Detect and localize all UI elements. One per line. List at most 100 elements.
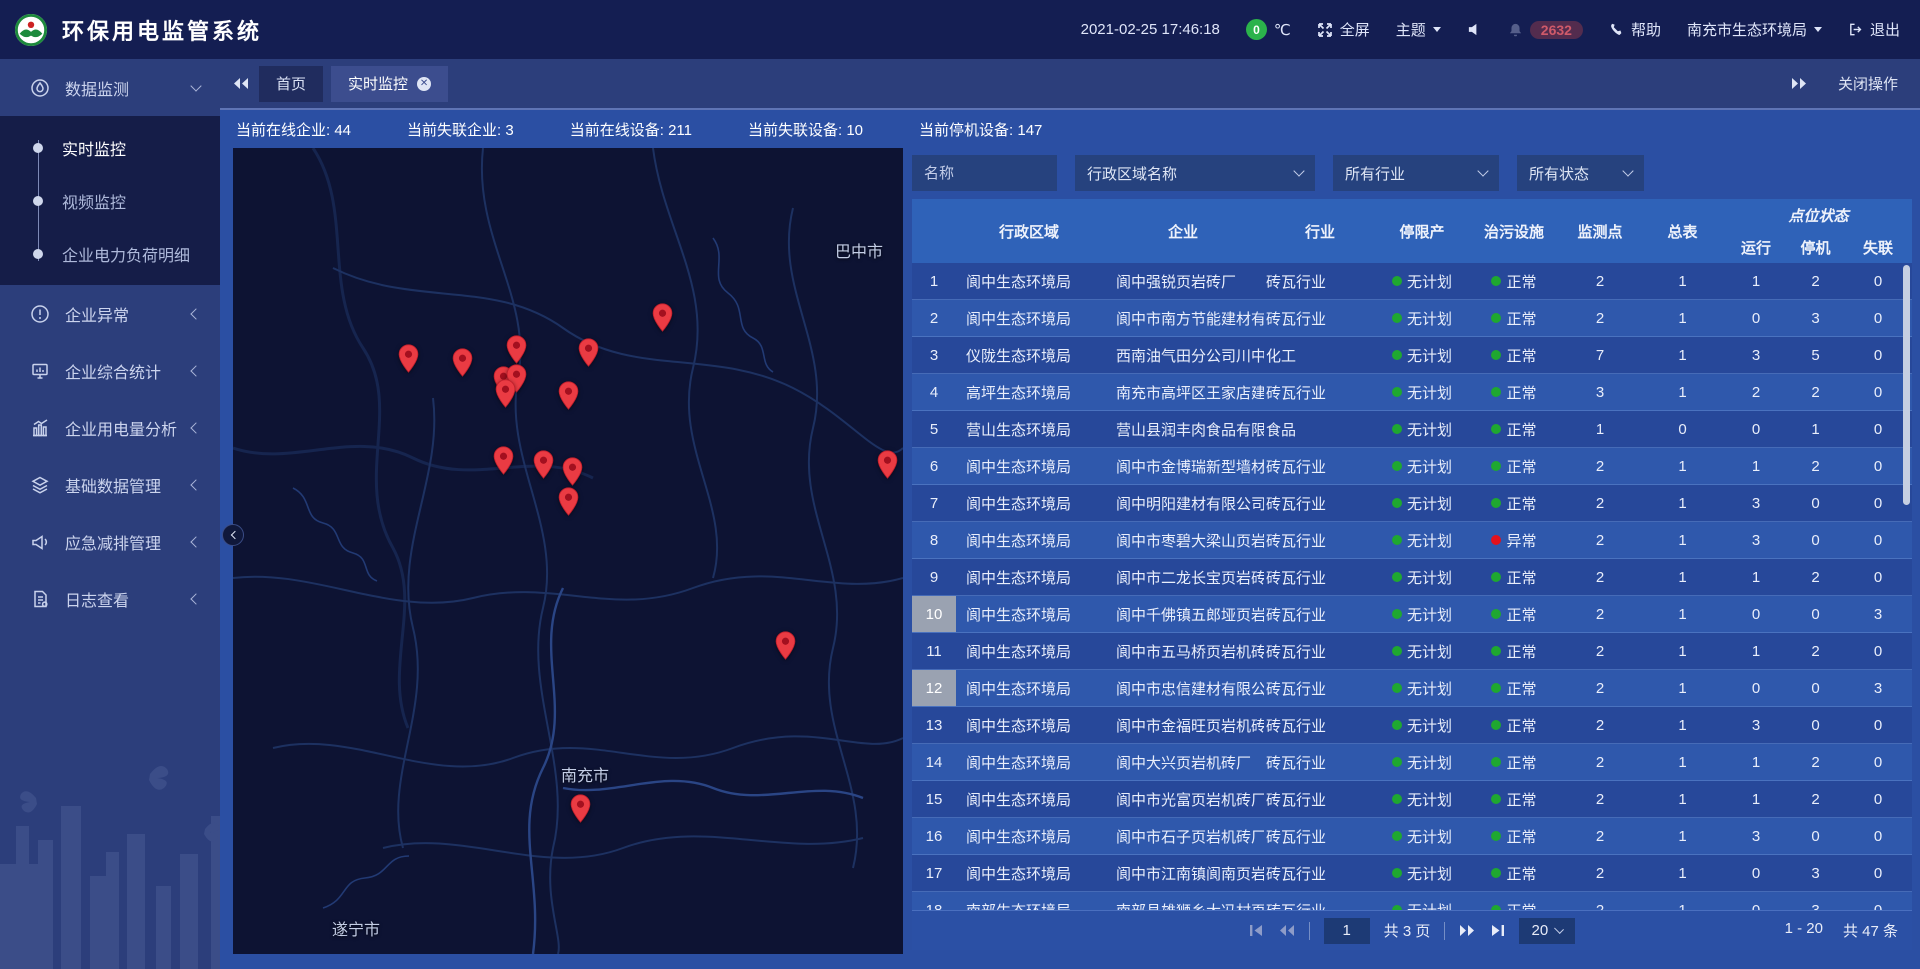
- table-row[interactable]: 7阆中生态环境局阆中明阳建材有限公司砖瓦行业无计划正常21300: [912, 485, 1912, 522]
- app-logo-icon: [14, 13, 48, 47]
- table-row[interactable]: 5营山生态环境局营山县润丰肉食品有限食品无计划正常10010: [912, 411, 1912, 448]
- close-icon[interactable]: ✕: [417, 77, 431, 91]
- sidebar-item[interactable]: 实时监控: [0, 121, 220, 174]
- map-pin-icon[interactable]: [877, 450, 898, 479]
- app-header: 环保用电监管系统 2021-02-25 17:46:18 0 ℃ 全屏 主题: [0, 0, 1920, 59]
- cell-facility-status: 正常: [1468, 596, 1560, 632]
- close-operations-button[interactable]: 关闭操作: [1838, 73, 1898, 94]
- page-size-select[interactable]: 20: [1519, 918, 1575, 944]
- map-pin-icon[interactable]: [578, 338, 599, 367]
- map-pin-icon[interactable]: [452, 348, 473, 377]
- notifications[interactable]: 2632: [1508, 21, 1583, 39]
- table-row[interactable]: 10阆中生态环境局阆中千佛镇五郎垭页岩砖瓦行业无计划正常21003: [912, 596, 1912, 633]
- cell-stop-status: 无计划: [1376, 818, 1468, 854]
- cell-stop-status: 无计划: [1376, 485, 1468, 521]
- map-pin-icon[interactable]: [506, 335, 527, 364]
- status-dot-green: [1491, 350, 1501, 360]
- table-row[interactable]: 17阆中生态环境局阆中市江南镇阆南页岩砖瓦行业无计划正常21030: [912, 855, 1912, 892]
- help-button[interactable]: 帮助: [1609, 19, 1661, 40]
- cell-industry: 食品: [1264, 411, 1376, 447]
- table-row[interactable]: 3仪陇生态环境局西南油气田分公司川中化工无计划正常71350: [912, 337, 1912, 374]
- status-dot-green: [1392, 868, 1402, 878]
- table-row[interactable]: 11阆中生态环境局阆中市五马桥页岩机砖砖瓦行业无计划正常21120: [912, 633, 1912, 670]
- sidebar-group-0[interactable]: 数据监测: [0, 59, 220, 116]
- status-dot-green: [1392, 498, 1402, 508]
- sidebar-group-1[interactable]: 企业异常: [0, 285, 220, 342]
- map-pin-icon[interactable]: [495, 379, 516, 408]
- stat-value: 44: [334, 122, 351, 139]
- sidebar-nav: 数据监测实时监控视频监控企业电力负荷明细企业异常企业综合统计企业用电量分析基础数…: [0, 59, 220, 627]
- tab-home[interactable]: 首页: [259, 66, 323, 102]
- map-pin-icon[interactable]: [493, 446, 514, 475]
- table-row[interactable]: 9阆中生态环境局阆中市二龙长宝页岩砖砖瓦行业无计划正常21120: [912, 559, 1912, 596]
- logout-button[interactable]: 退出: [1848, 19, 1900, 40]
- speaker-mute-button[interactable]: [1467, 22, 1482, 37]
- table-row[interactable]: 2阆中生态环境局阆中市南方节能建材有砖瓦行业无计划正常21030: [912, 300, 1912, 337]
- cell-facility-status: 正常: [1468, 374, 1560, 410]
- cell-run: 0: [1725, 411, 1787, 447]
- industry-filter-select[interactable]: 所有行业: [1333, 155, 1499, 191]
- temperature-unit: ℃: [1274, 21, 1291, 39]
- cell-industry: 砖瓦行业: [1264, 448, 1376, 484]
- last-page-button[interactable]: [1490, 924, 1505, 937]
- map-pin-icon[interactable]: [562, 457, 583, 486]
- map-pin-icon[interactable]: [558, 381, 579, 410]
- map-pin-icon[interactable]: [775, 631, 796, 660]
- cell-stop-status: 无计划: [1376, 596, 1468, 632]
- chevron-down-icon: [1477, 165, 1488, 176]
- table-row[interactable]: 4高坪生态环境局南充市高坪区王家店建砖瓦行业无计划正常31220: [912, 374, 1912, 411]
- cell-points: 3: [1560, 374, 1640, 410]
- row-index: 1: [912, 263, 956, 299]
- first-page-button[interactable]: [1249, 924, 1264, 937]
- prev-page-button[interactable]: [1278, 924, 1295, 937]
- table-row[interactable]: 8阆中生态环境局阆中市枣碧大梁山页岩砖瓦行业无计划异常21300: [912, 522, 1912, 559]
- sidebar-group-2[interactable]: 企业综合统计: [0, 342, 220, 399]
- table-row[interactable]: 6阆中生态环境局阆中市金博瑞新型墙材砖瓦行业无计划正常21120: [912, 448, 1912, 485]
- fullscreen-button[interactable]: 全屏: [1317, 19, 1370, 40]
- cell-meters: 1: [1640, 337, 1725, 373]
- table-scrollbar[interactable]: [1903, 265, 1910, 505]
- chevron-down-icon: [190, 80, 201, 91]
- table-row[interactable]: 12阆中生态环境局阆中市忠信建材有限公砖瓦行业无计划正常21003: [912, 670, 1912, 707]
- table-row[interactable]: 13阆中生态环境局阆中市金福旺页岩机砖砖瓦行业无计划正常21300: [912, 707, 1912, 744]
- table-row[interactable]: 14阆中生态环境局阆中大兴页岩机砖厂砖瓦行业无计划正常21120: [912, 744, 1912, 781]
- monitor-icon: [30, 78, 50, 98]
- col-stopped: 停机: [1787, 231, 1844, 263]
- sidebar-item[interactable]: 企业电力负荷明细: [0, 227, 220, 280]
- cell-lost: 0: [1844, 411, 1912, 447]
- tabs-scroll-left-button[interactable]: [232, 77, 249, 90]
- table-row[interactable]: 16阆中生态环境局阆中市石子页岩机砖厂砖瓦行业无计划正常21300: [912, 818, 1912, 855]
- sidebar-item-label: 企业电力负荷明细: [62, 242, 190, 266]
- cell-meters: 1: [1640, 374, 1725, 410]
- cell-stopped: 2: [1787, 781, 1844, 817]
- sidebar-group-4[interactable]: 基础数据管理: [0, 456, 220, 513]
- cell-lost: 3: [1844, 670, 1912, 706]
- cell-points: 2: [1560, 448, 1640, 484]
- table-row[interactable]: 1阆中生态环境局阆中强锐页岩砖厂砖瓦行业无计划正常21120: [912, 263, 1912, 300]
- cell-run: 0: [1725, 596, 1787, 632]
- map-pin-icon[interactable]: [570, 794, 591, 823]
- map-collapse-handle[interactable]: [222, 524, 244, 546]
- org-dropdown[interactable]: 南充市生态环境局: [1687, 19, 1822, 40]
- map-pin-icon[interactable]: [558, 487, 579, 516]
- region-filter-select[interactable]: 行政区域名称: [1075, 155, 1315, 191]
- sidebar-group-6[interactable]: 日志查看: [0, 570, 220, 627]
- cell-lost: 0: [1844, 485, 1912, 521]
- map-pin-icon[interactable]: [533, 450, 554, 479]
- alert-icon: [30, 304, 50, 324]
- map-pin-icon[interactable]: [652, 303, 673, 332]
- next-page-button[interactable]: [1459, 924, 1476, 937]
- tab-active[interactable]: 实时监控✕: [331, 66, 448, 102]
- name-filter-input[interactable]: [924, 165, 1045, 182]
- sidebar-item[interactable]: 视频监控: [0, 174, 220, 227]
- map-panel[interactable]: 巴中市南充市遂宁市: [233, 148, 903, 954]
- page-number-input[interactable]: 1: [1324, 918, 1370, 944]
- sidebar-group-5[interactable]: 应急减排管理: [0, 513, 220, 570]
- table-row[interactable]: 15阆中生态环境局阆中市光富页岩机砖厂砖瓦行业无计划正常21120: [912, 781, 1912, 818]
- sidebar-group-3[interactable]: 企业用电量分析: [0, 399, 220, 456]
- tabs-scroll-right-button[interactable]: [1791, 77, 1808, 90]
- status-filter-select[interactable]: 所有状态: [1517, 155, 1644, 191]
- cell-region: 阆中生态环境局: [956, 818, 1102, 854]
- theme-dropdown[interactable]: 主题: [1396, 19, 1441, 40]
- map-pin-icon[interactable]: [398, 344, 419, 373]
